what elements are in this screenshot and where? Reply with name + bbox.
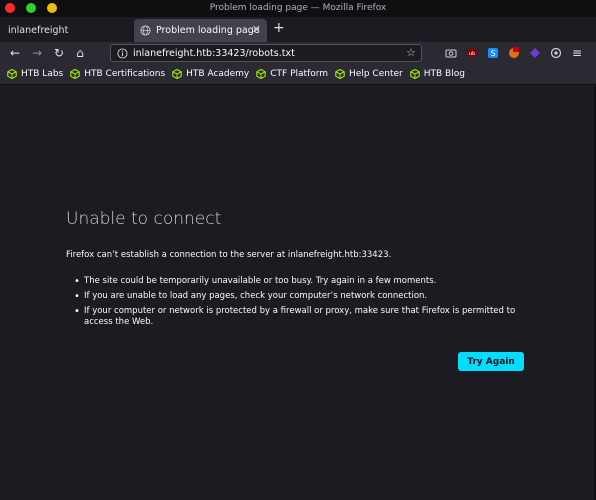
htb-cube-icon (70, 69, 80, 79)
bookmark-label: HTB Certifications (84, 69, 166, 79)
error-title: Unable to connect (66, 209, 222, 229)
tab-strip: inlanefreight Problem loading page ✕ + (0, 17, 596, 42)
screenshot-extension-icon[interactable] (444, 46, 457, 59)
bookmark-htb-blog[interactable]: HTB Blog (409, 69, 465, 79)
window-title: Problem loading page — Mozilla Firefox (209, 3, 387, 13)
site-info-icon[interactable] (115, 46, 129, 60)
tab-label: inlanefreight (8, 25, 69, 36)
ublock-extension-icon[interactable]: ub (465, 46, 478, 59)
bookmark-htb-academy[interactable]: HTB Academy (172, 69, 249, 79)
bookmark-label: CTF Platform (270, 69, 329, 79)
try-again-button[interactable]: Try Again (458, 352, 524, 371)
bookmark-label: HTB Academy (186, 69, 250, 79)
svg-text:S: S (490, 49, 495, 58)
purple-extension-icon[interactable] (528, 46, 541, 59)
htb-cube-icon (256, 69, 267, 79)
error-suggestions-list: The site could be temporarily unavailabl… (74, 276, 531, 332)
tab-inlanefreight[interactable]: inlanefreight (0, 19, 133, 42)
window-titlebar: Problem loading page — Mozilla Firefox (0, 0, 596, 17)
url-input[interactable] (133, 47, 403, 59)
tab-problem-loading[interactable]: Problem loading page ✕ (134, 19, 267, 42)
bookmark-label: Help Center (349, 69, 403, 79)
htb-cube-icon (409, 69, 420, 79)
tab-label: Problem loading page (156, 25, 260, 36)
htb-cube-icon (172, 69, 182, 79)
navigation-toolbar: ← → ↻ ⌂ ☆ ub S ≡ (0, 42, 596, 64)
svg-text:ub: ub (468, 51, 474, 57)
globe-icon (139, 25, 151, 37)
close-tab-icon[interactable]: ✕ (252, 23, 261, 36)
bookmark-label: HTB Labs (21, 69, 64, 79)
bookmark-htb-labs[interactable]: HTB Labs (7, 69, 63, 79)
bookmark-star-icon[interactable]: ☆ (406, 46, 416, 59)
bookmark-htb-certifications[interactable]: HTB Certifications (70, 69, 165, 79)
list-item: If you are unable to load any pages, che… (74, 291, 531, 302)
foxyproxy-extension-icon[interactable] (507, 46, 520, 59)
error-page: Unable to connect Firefox can’t establis… (0, 86, 596, 500)
bookmark-help-center[interactable]: Help Center (335, 69, 403, 79)
home-button[interactable]: ⌂ (72, 45, 88, 61)
list-item: If your computer or network is protected… (74, 306, 531, 328)
htb-cube-icon (335, 69, 345, 79)
new-tab-button[interactable]: + (273, 20, 285, 36)
error-description: Firefox can’t establish a connection to … (66, 250, 392, 260)
htb-cube-icon (7, 69, 17, 79)
url-bar[interactable]: ☆ (110, 44, 422, 62)
extensions-icon[interactable] (549, 46, 562, 59)
bookmark-ctf-platform[interactable]: CTF Platform (256, 69, 328, 79)
back-button[interactable]: ← (7, 45, 23, 61)
forward-button[interactable]: → (29, 45, 45, 61)
s-extension-icon[interactable]: S (486, 46, 499, 59)
bookmark-label: HTB Blog (423, 69, 465, 79)
bookmarks-toolbar: HTB Labs HTB Certifications HTB Academy … (0, 64, 596, 85)
menu-button[interactable]: ≡ (569, 45, 585, 61)
reload-button[interactable]: ↻ (51, 45, 67, 61)
list-item: The site could be temporarily unavailabl… (74, 276, 531, 287)
